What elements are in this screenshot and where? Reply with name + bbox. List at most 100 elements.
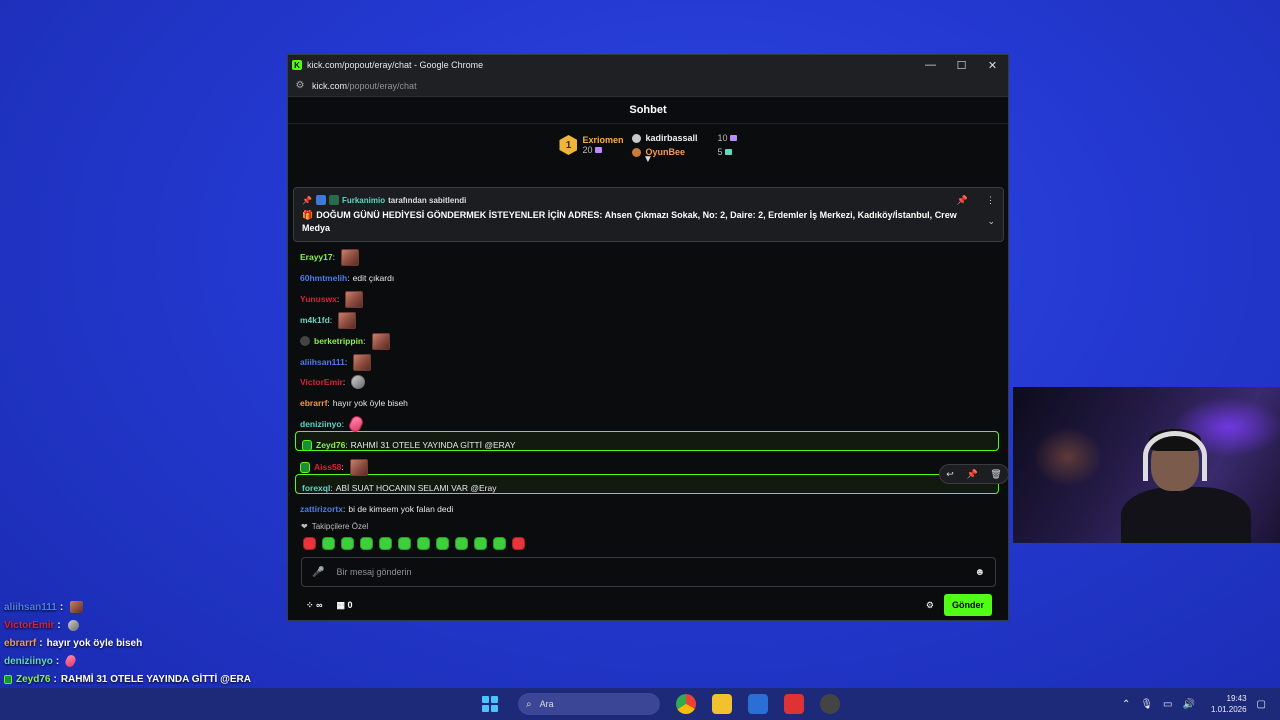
chat-message: aliihsan111: [300, 353, 372, 371]
chat-username[interactable]: forexql [302, 483, 330, 493]
settings-gear-icon[interactable]: ⚙ [926, 600, 934, 611]
chat-username[interactable]: VictorEmir [300, 377, 343, 387]
gift-icon [594, 147, 602, 153]
overlay-message: ebrarrf: hayır yok öyle biseh [4, 634, 251, 652]
chat-username[interactable]: deniziinyo [300, 419, 342, 429]
emote-button[interactable] [455, 537, 468, 550]
emote-button[interactable] [512, 537, 525, 550]
network-icon[interactable]: ▭ [1163, 699, 1172, 710]
delete-icon[interactable]: 🗑 [990, 469, 1001, 480]
chat-username[interactable]: ebrarrf [300, 398, 327, 408]
chat-username[interactable]: zattirizortx [300, 504, 343, 514]
scroll-down-icon[interactable]: ▼ [643, 154, 653, 165]
chat-username[interactable]: aliihsan111 [300, 357, 345, 367]
emote-button[interactable] [360, 537, 373, 550]
chat-messages: ↩ 📌 🗑 Erayy17:60hmtmelih: edit çıkardı Yun… [288, 248, 1008, 516]
site-settings-icon[interactable]: ⚙ [293, 80, 307, 91]
emote-button[interactable] [417, 537, 430, 550]
chat-username[interactable]: 60hmtmelih [300, 273, 347, 283]
more-options-icon[interactable]: ⋮ [986, 195, 995, 206]
overlay-message: Zeyd76: RAHMİ 31 OTELE YAYINDA GİTTİ @ERA [4, 670, 251, 688]
search-placeholder: Ara [539, 699, 554, 709]
pin-message-icon[interactable]: 📌 [966, 469, 977, 480]
gift-icon [724, 149, 732, 155]
clock-date: 1.01.2026 [1210, 705, 1247, 714]
chrome-app-icon[interactable] [676, 694, 696, 714]
emote-button[interactable] [322, 537, 335, 550]
chat-username[interactable]: berketrippin [314, 336, 363, 346]
photos-app-icon[interactable] [748, 694, 768, 714]
chat-username[interactable]: m4k1fd [300, 315, 330, 325]
chat-username[interactable]: Zeyd76 [316, 440, 345, 450]
address-bar[interactable]: ⚙ kick.com/popout/eray/chat [288, 75, 1008, 97]
pin-icon: 📌 [302, 195, 312, 205]
app-icon[interactable] [784, 694, 804, 714]
microphone-icon[interactable]: 🎤 [312, 567, 324, 578]
pinned-by-user[interactable]: Furkanimio [342, 196, 385, 205]
leader-second-name[interactable]: kadirbassall [646, 133, 718, 143]
chat-message: 60hmtmelih: edit çıkardı [300, 269, 394, 287]
store-icon: ▦ [336, 599, 345, 610]
username-separator: : [344, 357, 348, 367]
unpin-icon[interactable]: 📌 [957, 195, 968, 206]
close-button[interactable]: ✕ [977, 55, 1008, 75]
store-button[interactable]: ▦ 0 [336, 600, 352, 611]
show-hidden-icons-icon[interactable]: ⌃ [1122, 699, 1130, 710]
webcam-feed [1013, 387, 1280, 543]
emote-image [338, 311, 357, 329]
emote-button[interactable] [436, 537, 449, 550]
microphone-icon[interactable]: 🎙 [1140, 699, 1153, 710]
emote-image [351, 375, 366, 389]
send-button[interactable]: Gönder [943, 594, 992, 616]
minimize-button[interactable]: — [915, 55, 946, 75]
username-separator: : [57, 619, 61, 631]
chat-username[interactable]: Erayy17 [300, 252, 333, 262]
notifications-icon[interactable]: ▢ [1257, 699, 1266, 710]
chat-text: hayır yok öyle biseh [332, 398, 408, 408]
chat-text: bi de kimsem yok falan dedi [348, 504, 454, 514]
emote-button[interactable] [379, 537, 392, 550]
moderator-badge-icon [315, 195, 326, 205]
chat-username[interactable]: Yunuswx [300, 294, 337, 304]
app-icon[interactable] [820, 694, 840, 714]
overlay-message: deniziinyo: [4, 652, 251, 670]
maximize-button[interactable]: ☐ [946, 55, 977, 75]
leader-first-name[interactable]: Exriomen [582, 135, 623, 145]
points-value: ∞ [316, 599, 323, 610]
file-explorer-icon[interactable] [712, 694, 732, 714]
chat-input-placeholder: Bir mesaj gönderin [336, 567, 412, 577]
chat-text: ABİ SUAT HOCANIN SELAMI VAR @Eray [335, 483, 497, 493]
username-separator: : [342, 504, 346, 514]
emote-image [349, 458, 368, 476]
channel-points-button[interactable]: ⁘ ∞ [306, 600, 322, 611]
heart-icon: ❤ [301, 522, 308, 531]
emote-bar [303, 537, 525, 550]
windows-taskbar: ⌕ Ara ⌃ 🎙 ▭ 🔊 19:43 1.01.2026 ▢ [0, 688, 1280, 720]
username-separator: : [347, 273, 350, 283]
emote-button[interactable] [493, 537, 506, 550]
volume-icon[interactable]: 🔊 [1183, 699, 1195, 710]
emote-image [345, 290, 364, 308]
expand-chevron-icon[interactable]: ⌄ [987, 216, 995, 227]
username-separator: : [342, 377, 346, 387]
emoji-picker-icon[interactable]: ☻ [974, 567, 985, 578]
chat-message: VictorEmir: [300, 373, 366, 391]
emote-button[interactable] [474, 537, 487, 550]
username-separator: : [53, 673, 57, 685]
chat-input[interactable]: 🎤 Bir mesaj gönderin ☻ [301, 557, 996, 587]
taskbar-search[interactable]: ⌕ Ara [518, 693, 660, 715]
chat-username[interactable]: Aiss58 [314, 462, 341, 472]
overlay-username: deniziinyo [4, 655, 53, 667]
emote-button[interactable] [303, 537, 316, 550]
reply-icon[interactable]: ↩ [946, 469, 954, 480]
emote-image [67, 619, 79, 631]
emote-button[interactable] [341, 537, 354, 550]
overlay-username: ebrarrf [4, 637, 37, 649]
overlay-message: VictorEmir: [4, 616, 251, 634]
start-button[interactable] [480, 694, 500, 714]
leader-third-name[interactable]: OyunBee [646, 147, 718, 157]
chat-text: edit çıkardı [352, 273, 395, 283]
username-separator: : [55, 655, 60, 667]
system-clock[interactable]: 19:43 1.01.2026 [1211, 693, 1247, 715]
emote-button[interactable] [398, 537, 411, 550]
